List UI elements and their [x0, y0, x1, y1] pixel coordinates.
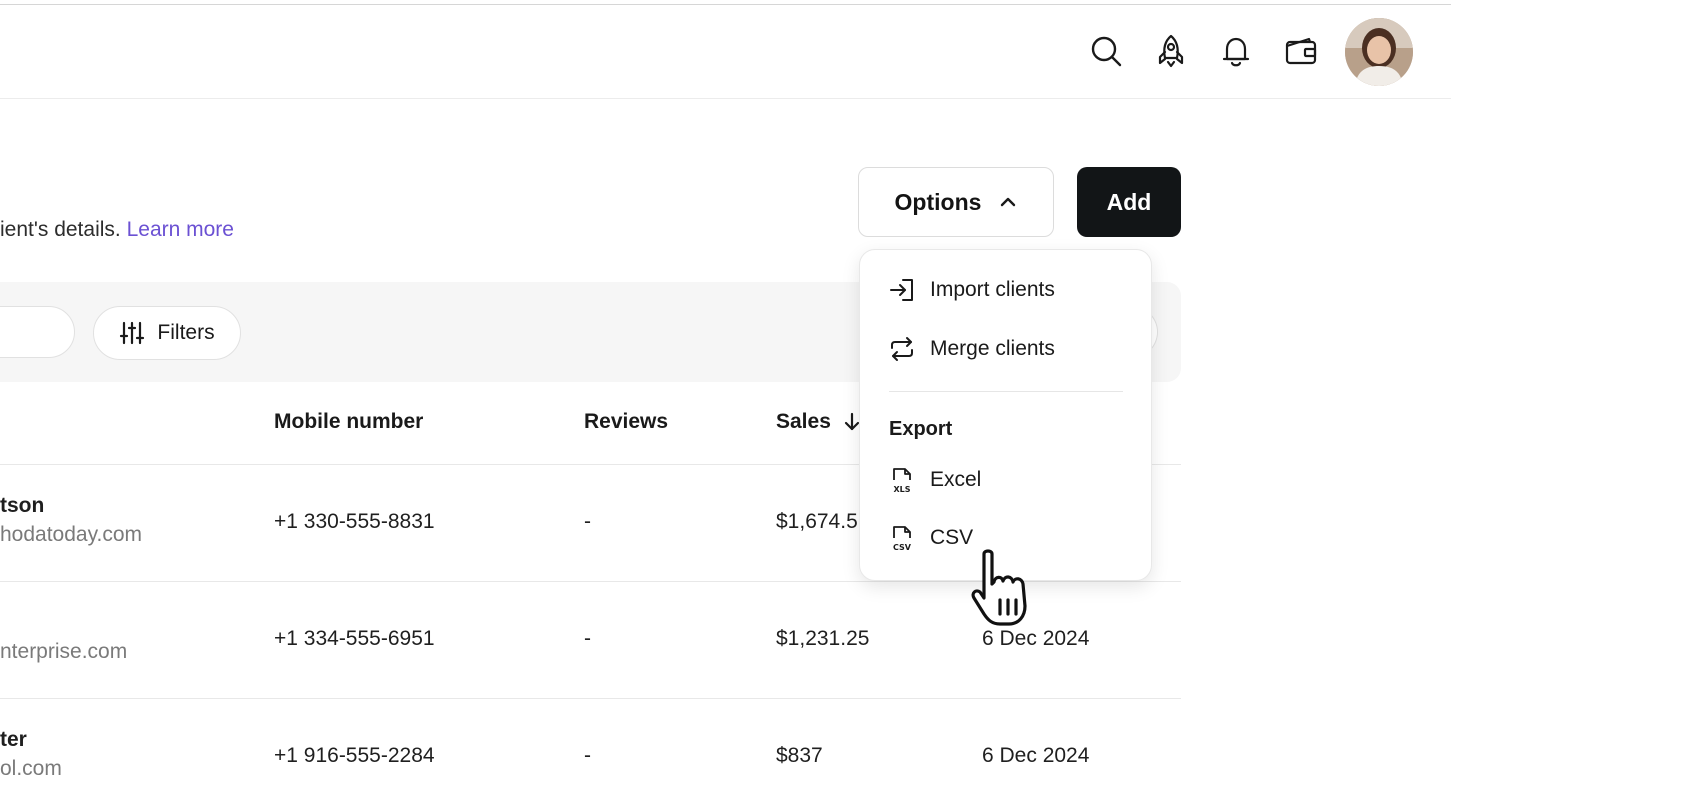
menu-export-heading: Export — [889, 418, 953, 440]
filters-label: Filters — [157, 321, 215, 344]
learn-more-link[interactable]: Learn more — [127, 218, 234, 241]
rocket-icon[interactable] — [1150, 30, 1192, 72]
svg-text:XLS: XLS — [893, 485, 910, 494]
client-email: ol.com — [0, 757, 62, 780]
subtitle-text: ient's details. — [0, 218, 121, 241]
merge-icon — [891, 337, 913, 361]
menu-separator — [889, 391, 1123, 392]
client-reviews: - — [584, 744, 591, 767]
client-email: nterprise.com — [0, 640, 128, 663]
client-date: 6 Dec 2024 — [982, 744, 1090, 767]
column-header-sales[interactable]: Sales — [776, 410, 861, 434]
client-date: 6 Dec 2024 — [982, 627, 1090, 650]
client-name[interactable]: ter — [0, 728, 27, 752]
sliders-icon — [120, 321, 145, 345]
client-sales: $837 — [776, 744, 823, 767]
menu-excel-label: Excel — [930, 468, 982, 491]
client-mobile: +1 334-555-6951 — [274, 627, 435, 650]
menu-import-label: Import clients — [930, 278, 1055, 301]
bell-icon[interactable] — [1215, 30, 1257, 72]
menu-merge-label: Merge clients — [930, 337, 1055, 360]
client-name[interactable]: tson — [0, 494, 44, 518]
sales-header-label: Sales — [776, 410, 831, 433]
options-button[interactable]: Options — [858, 167, 1054, 237]
wallet-icon[interactable] — [1280, 30, 1322, 72]
chevron-up-icon — [1001, 197, 1016, 207]
add-button[interactable]: Add — [1077, 167, 1181, 237]
client-mobile: +1 916-555-2284 — [274, 744, 435, 767]
options-label: Options — [894, 188, 982, 215]
page-subtitle: ient's details. Learn more — [0, 218, 234, 242]
user-avatar[interactable] — [1345, 18, 1413, 86]
column-header-reviews[interactable]: Reviews — [584, 410, 668, 434]
client-reviews: - — [584, 510, 591, 533]
client-email: hodatoday.com — [0, 523, 143, 546]
top-border — [0, 4, 1451, 5]
row-divider — [0, 698, 1181, 699]
options-menu: Import clients Merge clients Export XLS … — [859, 249, 1152, 581]
search-icon[interactable] — [1085, 30, 1127, 72]
menu-item-import-clients[interactable]: Import clients — [888, 276, 1055, 304]
column-header-mobile[interactable]: Mobile number — [274, 410, 423, 434]
client-sales: $1,674.5 — [776, 510, 858, 533]
client-mobile: +1 330-555-8831 — [274, 510, 435, 533]
client-reviews: - — [584, 627, 591, 650]
client-sales: $1,231.25 — [776, 627, 870, 650]
search-input[interactable] — [0, 306, 75, 358]
menu-item-merge-clients[interactable]: Merge clients — [888, 335, 1055, 363]
xls-file-icon: XLS — [893, 468, 911, 494]
menu-item-excel[interactable]: XLS Excel — [888, 466, 981, 494]
header-divider — [0, 98, 1451, 99]
import-icon — [890, 279, 913, 301]
svg-text:CSV: CSV — [893, 543, 912, 552]
filters-button[interactable]: Filters — [93, 306, 241, 360]
csv-file-icon: CSV — [893, 526, 912, 552]
menu-item-csv[interactable]: CSV CSV — [888, 524, 973, 552]
hand-cursor-icon — [971, 549, 1027, 626]
menu-csv-label: CSV — [930, 526, 974, 549]
